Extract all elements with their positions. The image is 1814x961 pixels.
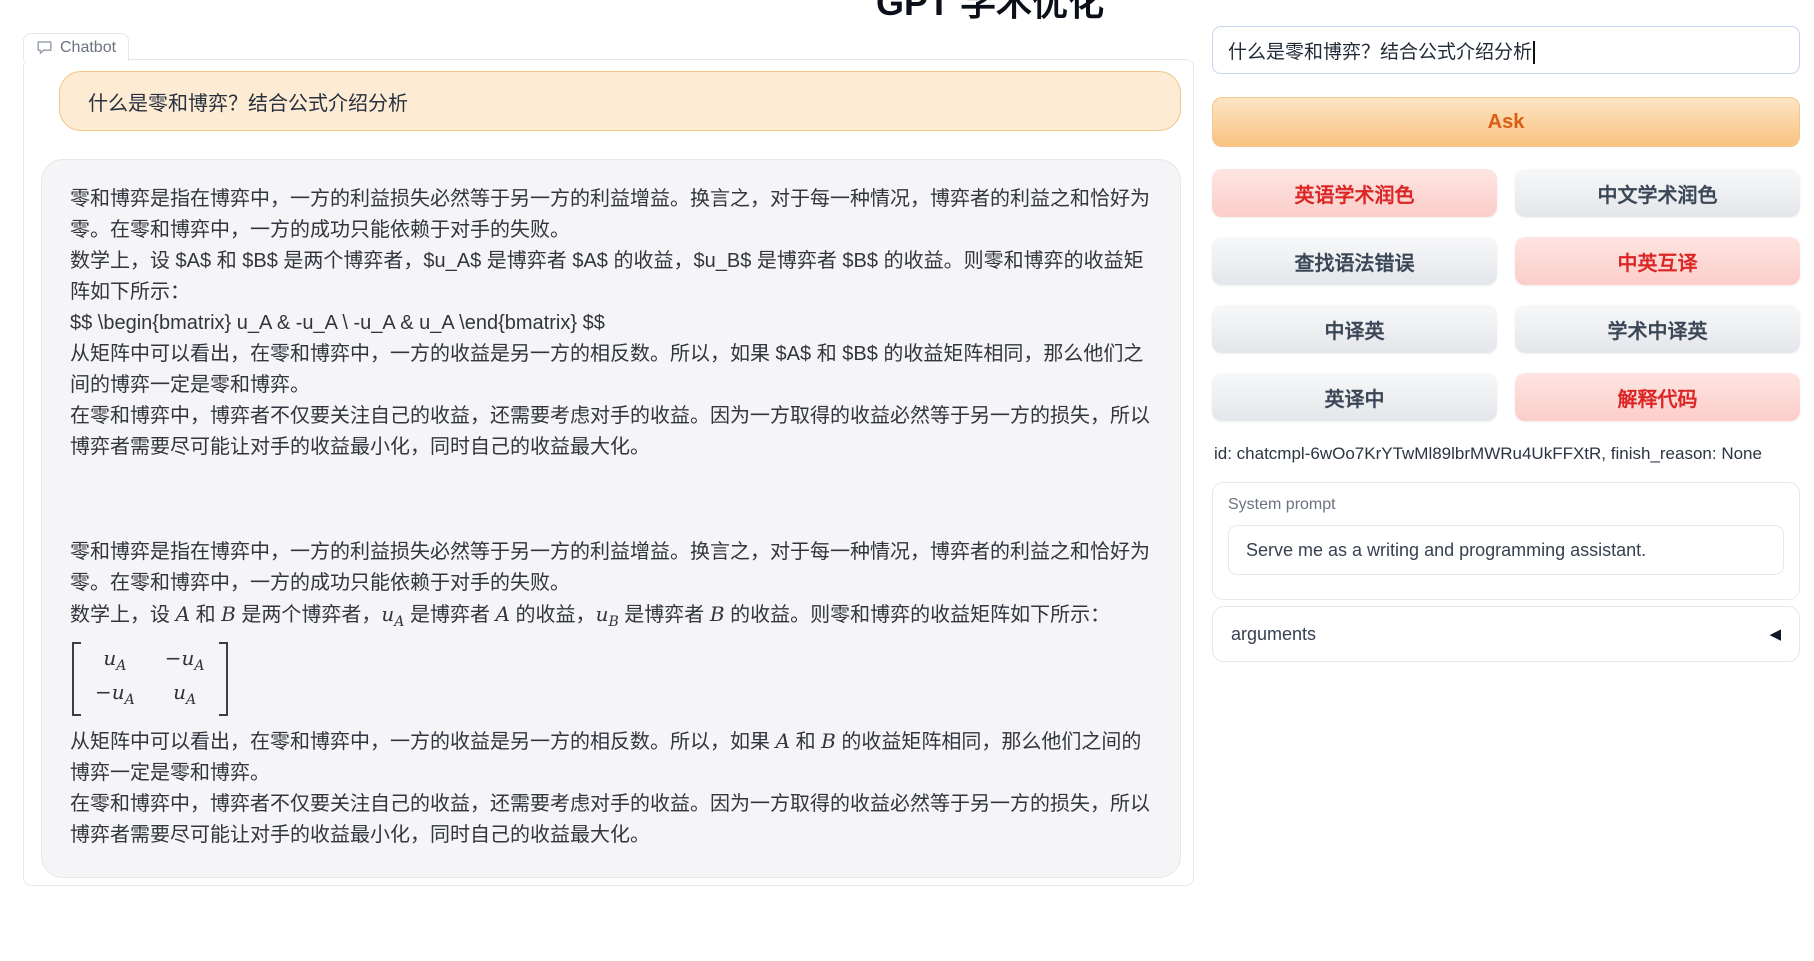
button-english-academic-polish[interactable]: 英语学术润色 [1212,169,1497,217]
matrix-cell: −uA [95,679,135,713]
matrix-bracket-left [72,642,81,716]
math-var-A: A [776,729,790,753]
system-prompt-input[interactable]: Serve me as a writing and programming as… [1228,525,1784,575]
math-var-B: B [221,602,236,626]
math-var-B: B [821,729,836,753]
system-prompt-value: Serve me as a writing and programming as… [1246,540,1646,561]
bot-raw-paragraph-1: 零和博弈是指在博弈中，一方的利益损失必然等于另一方的利益增益。换言之，对于每一种… [70,184,1150,246]
matrix-cell: uA [165,679,205,713]
bot-raw-latex-line: $$ \begin{bmatrix} u_A & -u_A \ -u_A & u… [70,308,1150,339]
button-academic-zh-to-en[interactable]: 学术中译英 [1515,305,1800,353]
question-input-value: 什么是零和博弈？结合公式介绍分析 [1228,37,1532,64]
system-prompt-group: System prompt Serve me as a writing and … [1212,482,1800,600]
matrix-cell: −uA [165,645,205,679]
status-line: id: chatcmpl-6wOo7KrYTwMl89lbrMWRu4UkFFX… [1214,444,1762,464]
button-en-to-zh[interactable]: 英译中 [1212,373,1497,421]
button-explain-code[interactable]: 解释代码 [1515,373,1800,421]
bot-rendered-paragraph-2: 数学上，设 A 和 B 是两个博弈者，uA 是博弈者 A 的收益，uB 是博弈者… [70,599,1150,638]
bot-message-bubble: 零和博弈是指在博弈中，一方的利益损失必然等于另一方的利益增益。换言之，对于每一种… [41,159,1181,878]
text-caret [1533,41,1535,64]
page-title: GPT 学术优化 [876,0,1104,26]
math-var-B: B [710,602,725,626]
bot-raw-paragraph-2: 数学上，设 $A$ 和 $B$ 是两个博弈者，$u_A$ 是博弈者 $A$ 的收… [70,246,1150,308]
accordion-collapse-icon: ◀ [1769,625,1781,643]
matrix-cell: uA [95,645,135,679]
question-input[interactable]: 什么是零和博弈？结合公式介绍分析 [1212,26,1800,74]
matrix-bracket-right [219,642,228,716]
math-var-A: A [176,602,190,626]
user-message-text: 什么是零和博弈？结合公式介绍分析 [88,87,408,116]
bot-raw-paragraph-4: 在零和博弈中，博弈者不仅要关注自己的收益，还需要考虑对手的收益。因为一方取得的收… [70,401,1150,463]
button-zh-en-mutual-translate[interactable]: 中英互译 [1515,237,1800,285]
math-var-A: A [496,602,510,626]
chatbot-label: Chatbot [23,33,129,61]
payoff-matrix: uA −uA −uA uA [72,642,228,716]
bot-raw-paragraph-3: 从矩阵中可以看出，在零和博弈中，一方的收益是另一方的相反数。所以，如果 $A$ … [70,339,1150,401]
bot-rendered-paragraph-4: 在零和博弈中，博弈者不仅要关注自己的收益，还需要考虑对手的收益。因为一方取得的收… [70,789,1150,851]
control-column: 什么是零和博弈？结合公式介绍分析 Ask 英语学术润色 中文学术润色 查找语法错… [1212,0,1800,961]
accordion-label: arguments [1231,624,1316,645]
system-prompt-label: System prompt [1228,496,1784,514]
app-root: GPT 学术优化 Chatbot 什么是零和博弈？结合公式介绍分析 零和博弈是指… [0,0,1814,961]
button-zh-to-en[interactable]: 中译英 [1212,305,1497,353]
user-message-bubble: 什么是零和博弈？结合公式介绍分析 [59,71,1181,131]
button-chinese-academic-polish[interactable]: 中文学术润色 [1515,169,1800,217]
ask-button[interactable]: Ask [1212,97,1800,147]
bot-rendered-paragraph-3: 从矩阵中可以看出，在零和博弈中，一方的收益是另一方的相反数。所以，如果 A 和 … [70,726,1150,789]
chatbot-panel[interactable]: Chatbot 什么是零和博弈？结合公式介绍分析 零和博弈是指在博弈中，一方的利… [23,59,1194,886]
math-var-uA: u [381,602,394,626]
chat-bubble-icon [36,39,53,56]
chatbot-label-text: Chatbot [60,39,116,57]
math-var-uB: u [596,602,609,626]
quick-action-grid: 英语学术润色 中文学术润色 查找语法错误 中英互译 中译英 学术中译英 英译中 … [1212,169,1800,421]
arguments-accordion[interactable]: arguments ◀ [1212,606,1800,662]
bot-rendered-paragraph-1: 零和博弈是指在博弈中，一方的利益损失必然等于另一方的利益增益。换言之，对于每一种… [70,537,1150,599]
button-find-grammar-errors[interactable]: 查找语法错误 [1212,237,1497,285]
